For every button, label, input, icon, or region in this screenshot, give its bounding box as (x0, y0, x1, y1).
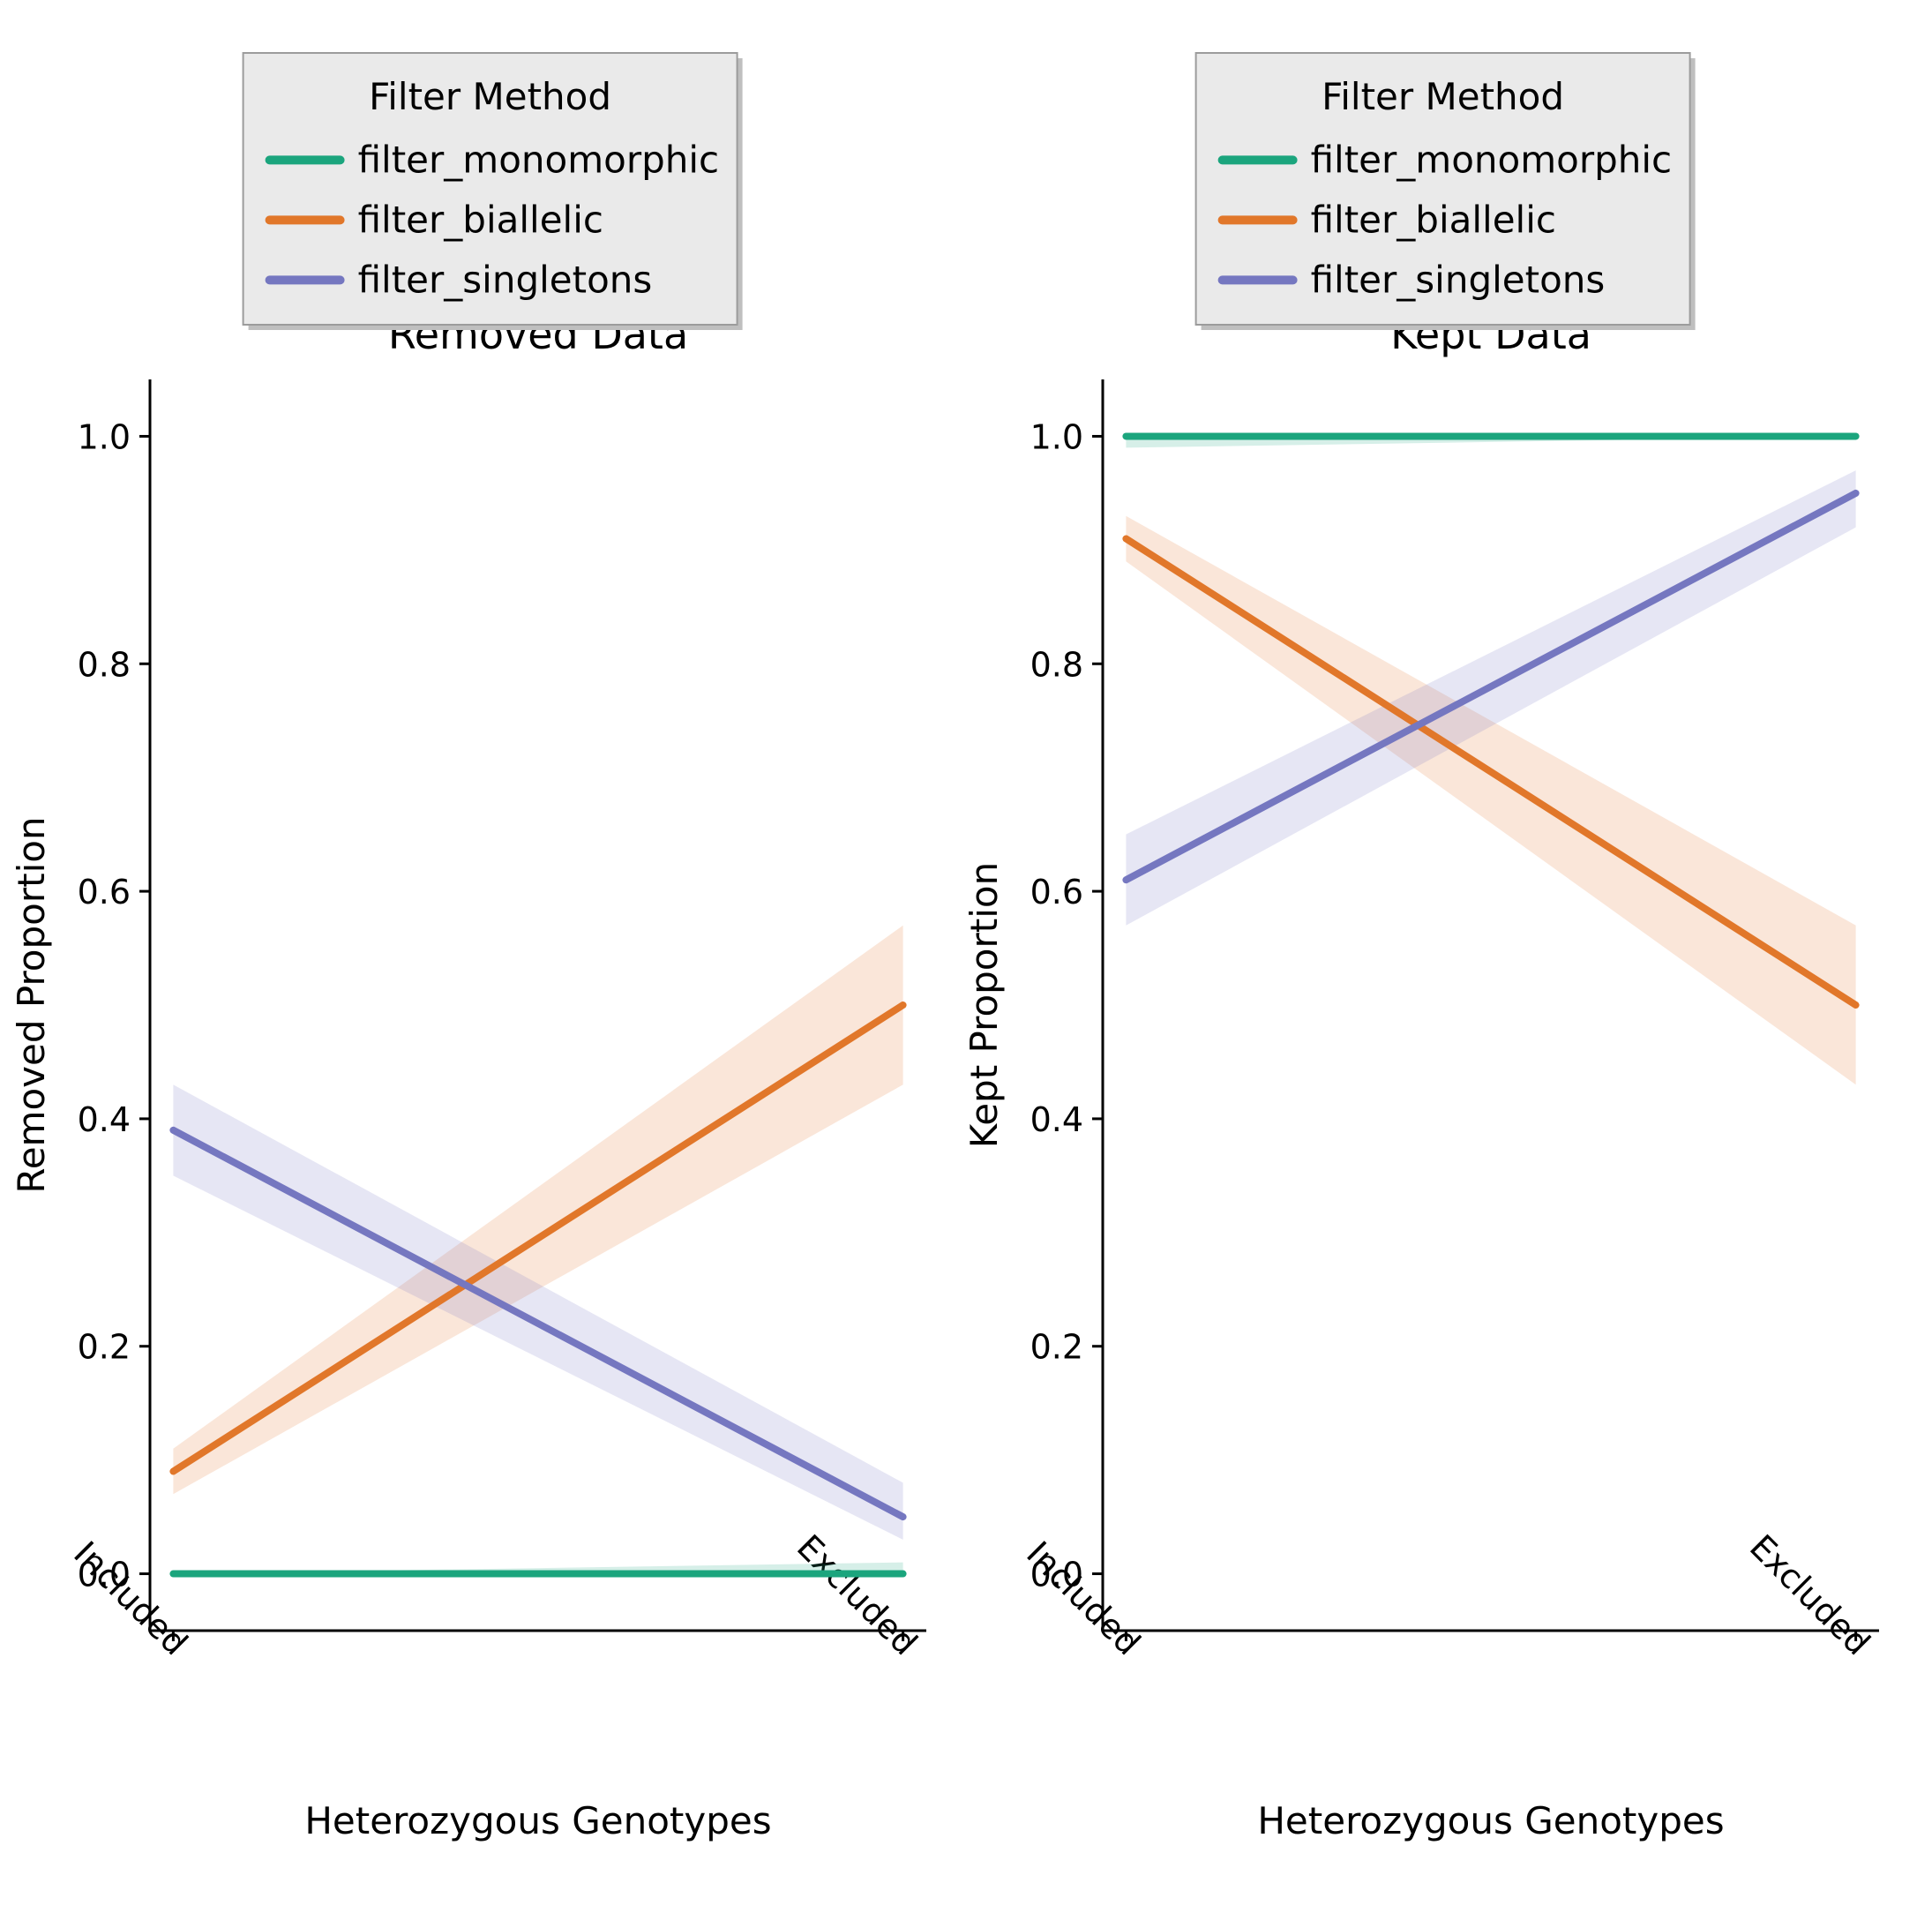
legend-label: filter_biallelic (358, 198, 603, 241)
legend-label: filter_biallelic (1311, 198, 1556, 241)
x-axis-label: Heterozygous Genotypes (1257, 1799, 1724, 1842)
figure-root: 0.00.20.40.60.81.0IncludedExcludedRemove… (0, 0, 1932, 1913)
y-tick-label: 1.0 (78, 417, 131, 456)
y-tick-label: 0.8 (78, 645, 131, 684)
y-tick-label: 1.0 (1030, 417, 1083, 456)
confidence-band (173, 1084, 902, 1540)
x-tick-label: Included (66, 1534, 195, 1662)
legend-label: filter_singletons (358, 258, 653, 301)
legend-label: filter_singletons (1311, 258, 1606, 301)
y-tick-label: 0.8 (1030, 645, 1083, 684)
series-line (173, 1005, 902, 1472)
legend-title: Filter Method (1322, 75, 1564, 118)
y-tick-label: 0.6 (1030, 873, 1083, 911)
confidence-band (1126, 470, 1855, 926)
y-axis-label: Removed Proportion (10, 816, 53, 1193)
y-tick-label: 0.6 (78, 873, 131, 911)
y-tick-label: 0.4 (1030, 1100, 1083, 1139)
legend-label: filter_monomorphic (1311, 138, 1673, 181)
x-axis-label: Heterozygous Genotypes (304, 1799, 771, 1842)
series-line (1126, 538, 1855, 1005)
legend: Filter Method filter_monomorphic filter_bi… (243, 53, 743, 330)
y-tick-label: 0.2 (78, 1328, 131, 1367)
y-tick-label: 0.2 (1030, 1328, 1083, 1367)
y-axis-label: Kept Proportion (962, 862, 1006, 1148)
legend-label: filter_monomorphic (358, 138, 720, 181)
legend: Filter Method filter_monomorphic filter_bi… (1196, 53, 1696, 330)
chart-panel-0: 0.00.20.40.60.81.0IncludedExcludedRemove… (10, 53, 926, 1842)
x-tick-label: Included (1019, 1534, 1148, 1662)
legend-title: Filter Method (369, 75, 611, 118)
chart-panel-1: 0.00.20.40.60.81.0IncludedExcludedKept P… (962, 53, 1879, 1842)
x-tick-label: Excluded (790, 1527, 925, 1662)
x-tick-label: Excluded (1742, 1527, 1877, 1662)
y-tick-label: 0.4 (78, 1100, 131, 1139)
